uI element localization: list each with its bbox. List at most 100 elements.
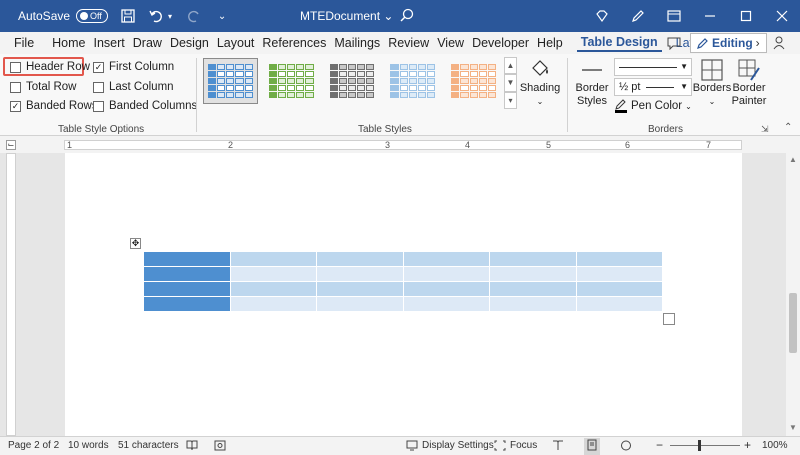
banded-columns-checkbox[interactable]: Banded Columns [93, 100, 197, 112]
diamond-icon[interactable] [584, 0, 620, 32]
tab-design[interactable]: Design [166, 36, 213, 50]
ribbon-display-icon[interactable] [656, 0, 692, 32]
table-move-handle[interactable]: ✥ [130, 238, 141, 249]
tab-layout[interactable]: Layout [213, 36, 259, 50]
table-style-thumb[interactable] [325, 58, 380, 104]
character-count[interactable]: 51 characters [118, 440, 179, 451]
table-cell[interactable] [144, 252, 231, 267]
table-cell[interactable] [317, 267, 404, 282]
dialog-launcher-icon[interactable]: ⇲ [761, 124, 769, 135]
table-cell[interactable] [490, 267, 577, 282]
save-icon[interactable] [120, 8, 136, 24]
table-cell[interactable] [317, 297, 404, 312]
table-cell[interactable] [576, 282, 663, 297]
table-cell[interactable] [230, 252, 317, 267]
zoom-slider-thumb[interactable] [698, 440, 701, 451]
tab-mailings[interactable]: Mailings [330, 36, 384, 50]
minimize-icon[interactable] [692, 0, 728, 32]
line-weight-dropdown[interactable]: ½ pt ▼ [614, 78, 692, 96]
table-cell[interactable] [490, 252, 577, 267]
undo-dropdown-icon[interactable]: ▾ [166, 8, 174, 24]
zoom-in-icon[interactable]: + [744, 438, 751, 452]
document-table[interactable] [143, 251, 663, 312]
undo-icon[interactable] [148, 8, 164, 24]
last-column-checkbox[interactable]: Last Column [93, 81, 174, 93]
scroll-down-icon[interactable]: ▼ [789, 423, 797, 432]
table-cell[interactable] [576, 252, 663, 267]
zoom-out-icon[interactable]: − [656, 438, 663, 452]
table-cell[interactable] [230, 297, 317, 312]
gallery-down-icon[interactable]: ▼ [504, 74, 517, 91]
tab-draw[interactable]: Draw [129, 36, 166, 50]
print-layout-icon[interactable] [584, 438, 600, 455]
customize-toolbar-icon[interactable]: ⌄ [214, 8, 230, 24]
tab-developer[interactable]: Developer [468, 36, 533, 50]
ruler-bar[interactable]: 1 2 3 4 5 6 7 [64, 140, 742, 150]
gallery-more-icon[interactable]: ▾ [504, 92, 517, 109]
table-style-thumb[interactable] [264, 58, 319, 104]
table-style-thumb[interactable] [385, 58, 440, 104]
editing-mode-button[interactable]: Editing › [690, 33, 767, 53]
table-cell[interactable] [144, 267, 231, 282]
table-cell[interactable] [403, 252, 490, 267]
web-layout-icon[interactable] [620, 440, 632, 454]
total-row-checkbox[interactable]: Total Row [10, 81, 77, 93]
table-cell[interactable] [490, 297, 577, 312]
scrollbar-thumb[interactable] [789, 293, 797, 353]
borders-button[interactable]: Borders ⌄ [694, 58, 730, 108]
table-cell[interactable] [403, 282, 490, 297]
table-cell[interactable] [403, 267, 490, 282]
table-cell[interactable] [317, 282, 404, 297]
first-column-checkbox[interactable]: ✓ First Column [93, 61, 174, 73]
table-cell[interactable] [230, 267, 317, 282]
zoom-level[interactable]: 100% [762, 440, 788, 451]
document-title[interactable]: MTEDocument ⌄ [300, 9, 393, 23]
tab-view[interactable]: View [433, 36, 468, 50]
header-row-checkbox[interactable]: Header Row [10, 61, 90, 73]
tab-file[interactable]: File [0, 36, 48, 50]
gallery-up-icon[interactable]: ▲ [504, 57, 517, 74]
scroll-up-icon[interactable]: ▲ [789, 155, 797, 164]
border-styles-button[interactable]: Border Styles [571, 58, 613, 108]
tab-references[interactable]: References [258, 36, 330, 50]
redo-icon[interactable] [186, 8, 202, 24]
tab-selector-icon[interactable]: ⌙ [6, 140, 16, 150]
pen-color-button[interactable]: Pen Color ⌄ [614, 99, 692, 113]
comments-icon[interactable] [665, 34, 683, 52]
banded-rows-checkbox[interactable]: ✓ Banded Rows [10, 100, 98, 112]
vertical-ruler[interactable] [6, 153, 16, 436]
tab-review[interactable]: Review [384, 36, 433, 50]
table-cell[interactable] [576, 267, 663, 282]
table-cell[interactable] [403, 297, 490, 312]
maximize-icon[interactable] [728, 0, 764, 32]
zoom-slider[interactable] [670, 445, 740, 446]
table-cell[interactable] [576, 297, 663, 312]
table-cell[interactable] [144, 297, 231, 312]
tab-help[interactable]: Help [533, 36, 567, 50]
table-cell[interactable] [490, 282, 577, 297]
border-painter-button[interactable]: Border Painter [731, 58, 767, 108]
word-count[interactable]: 10 words [68, 440, 109, 451]
pen-icon[interactable] [620, 0, 656, 32]
autosave-toggle[interactable]: Off [76, 9, 108, 23]
table-style-thumb[interactable] [446, 58, 501, 104]
table-resize-handle[interactable] [663, 313, 675, 325]
tab-table-design[interactable]: Table Design [577, 35, 662, 52]
read-mode-icon[interactable] [552, 440, 564, 454]
proofing-icon[interactable] [186, 440, 198, 454]
tab-home[interactable]: Home [48, 36, 89, 50]
table-style-thumb[interactable] [203, 58, 258, 104]
collapse-ribbon-icon[interactable]: ⌃ [784, 122, 792, 133]
table-cell[interactable] [230, 282, 317, 297]
accessibility-icon[interactable] [214, 440, 226, 454]
vertical-scrollbar[interactable]: ▲ ▼ [786, 153, 800, 436]
line-style-dropdown[interactable]: ▼ [614, 58, 692, 76]
page-count[interactable]: Page 2 of 2 [8, 440, 59, 451]
close-icon[interactable] [764, 0, 800, 32]
search-icon[interactable] [400, 8, 414, 25]
shading-button[interactable]: Shading ⌄ [520, 58, 560, 108]
display-settings-button[interactable]: Display Settings [406, 440, 494, 451]
focus-button[interactable]: Focus [494, 440, 537, 451]
table-cell[interactable] [317, 252, 404, 267]
tab-insert[interactable]: Insert [90, 36, 129, 50]
